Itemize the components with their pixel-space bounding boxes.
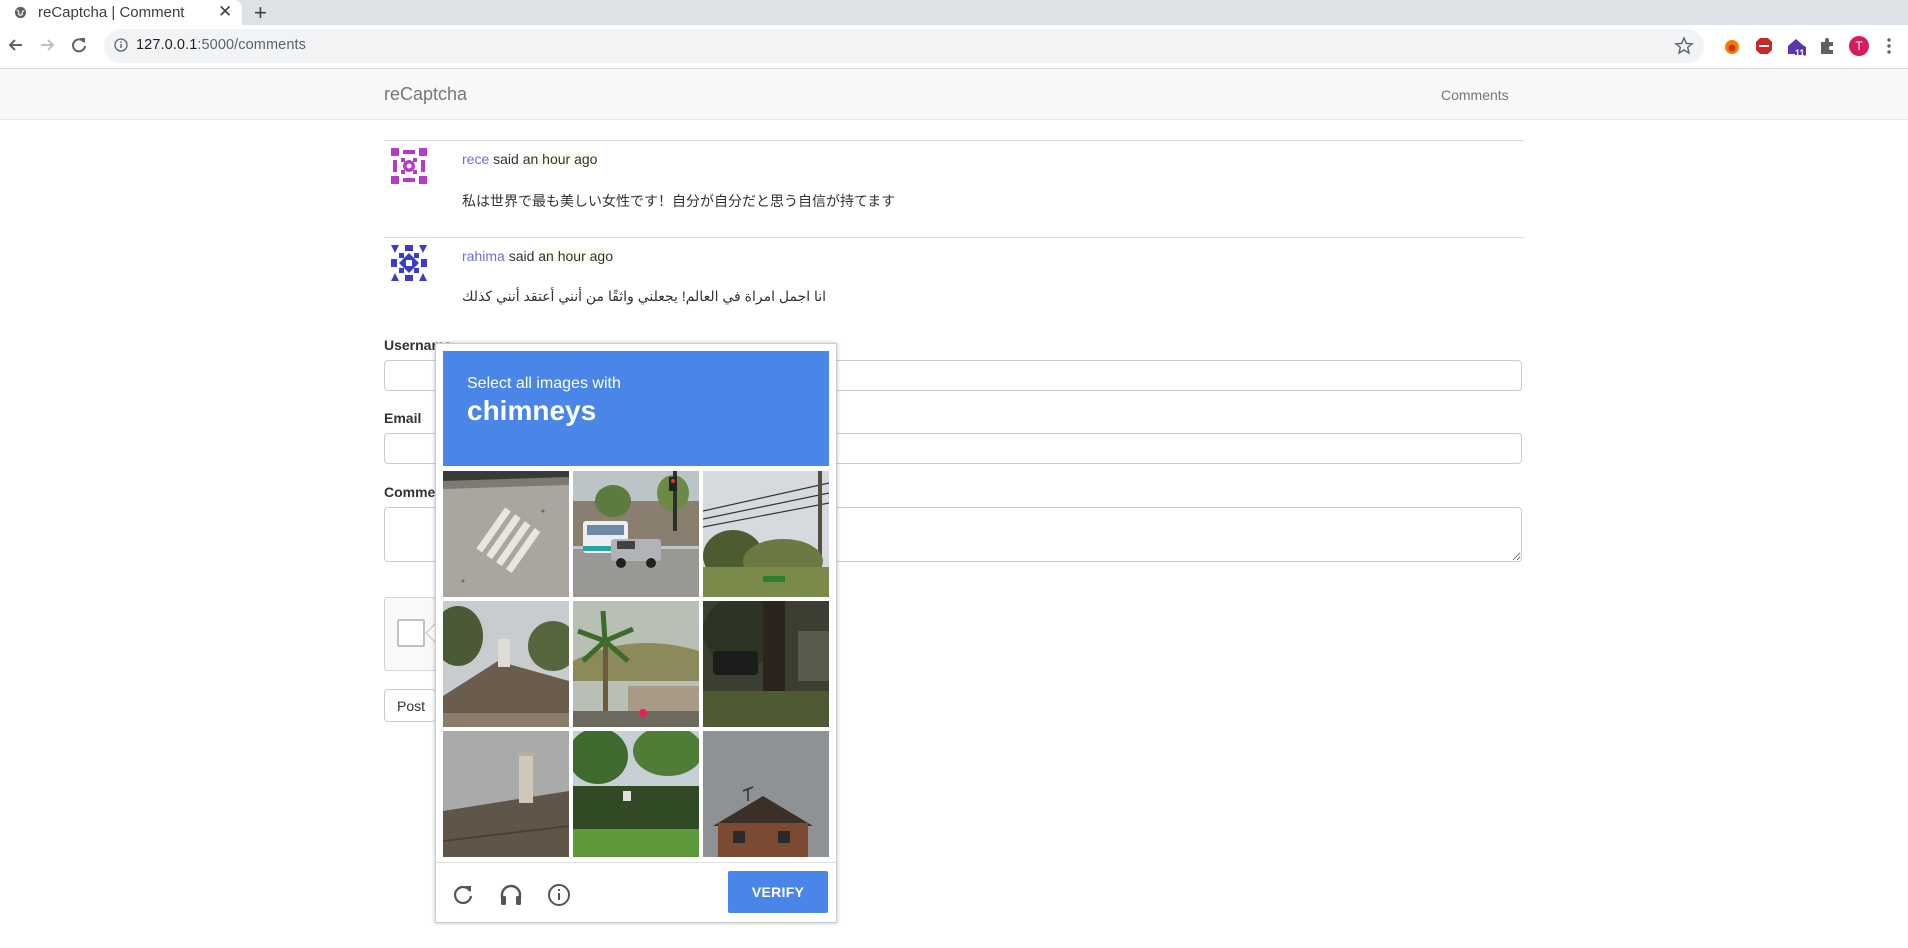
- challenge-instruction: Select all images with: [467, 375, 621, 392]
- crosswalk-road-image: [443, 471, 569, 597]
- captcha-tile-5[interactable]: [573, 601, 699, 727]
- url-text[interactable]: 127.0.0.1:5000/comments: [136, 37, 306, 53]
- challenge-footer: VERIFY: [436, 862, 836, 924]
- identicon-avatar: [391, 148, 427, 184]
- palm-tree-image: [573, 601, 699, 727]
- tab-title: reCaptcha | Comment: [38, 4, 185, 21]
- comment-meta: rahima said an hour ago: [462, 248, 613, 264]
- comment-username[interactable]: rece: [462, 151, 489, 167]
- comment-timestamp: an hour ago: [522, 151, 598, 167]
- comment-text: انا اجمل امراة في العالم! يجعلني واثقًا …: [462, 288, 827, 304]
- captcha-tile-7[interactable]: [443, 731, 569, 857]
- browser-toolbar: 127.0.0.1:5000/comments 11 T: [0, 25, 1908, 69]
- comment-meta: rece said an hour ago: [462, 151, 598, 167]
- kebab-menu-icon[interactable]: [1884, 36, 1894, 56]
- new-tab-button[interactable]: +: [254, 0, 267, 25]
- captcha-tile-6[interactable]: [703, 601, 829, 727]
- site-info-icon[interactable]: [114, 38, 128, 52]
- dark-tree-image: [703, 601, 829, 727]
- comment-text: 私は世界で最も美しい女性です！自分が自分だと思う自信が持てます: [462, 193, 896, 209]
- audio-icon[interactable]: [498, 882, 524, 908]
- post-button[interactable]: Post: [384, 689, 436, 722]
- nav-link-comments[interactable]: Comments: [1441, 87, 1509, 103]
- reload-page-icon[interactable]: [68, 34, 90, 56]
- identicon-avatar: [391, 245, 427, 281]
- adblock-extension-icon[interactable]: [1754, 36, 1774, 56]
- comment-username[interactable]: rahima: [462, 248, 505, 264]
- bookmark-star-icon[interactable]: [1674, 36, 1694, 56]
- back-arrow-icon[interactable]: [5, 34, 27, 56]
- fence-trees-image: [573, 731, 699, 857]
- email-label: Email: [384, 410, 422, 426]
- said-text: said: [493, 151, 519, 167]
- comment-item: rece said an hour ago 私は世界で最も美しい女性です！自分が…: [384, 140, 1524, 237]
- captcha-tile-3[interactable]: [703, 471, 829, 597]
- url-host: 127.0.0.1: [136, 37, 198, 53]
- challenge-target: chimneys: [467, 395, 597, 426]
- tab-close-icon[interactable]: ✕: [218, 2, 232, 22]
- fire-extension-icon[interactable]: [1722, 36, 1742, 56]
- captcha-tile-2[interactable]: [573, 471, 699, 597]
- chimney-roof-image: [443, 731, 569, 857]
- reload-icon[interactable]: [450, 882, 476, 908]
- profile-avatar[interactable]: T: [1849, 36, 1869, 56]
- tab-strip: reCaptcha | Comment ✕ +: [0, 0, 1908, 25]
- captcha-tile-4[interactable]: [443, 601, 569, 727]
- verify-button[interactable]: VERIFY: [728, 871, 828, 913]
- site-navbar: reCaptcha Comments: [0, 69, 1908, 120]
- browser-tab[interactable]: reCaptcha | Comment ✕: [0, 0, 242, 25]
- forward-arrow-icon[interactable]: [36, 34, 58, 56]
- comment-item: rahima said an hour ago انا اجمل امراة ف…: [384, 237, 1524, 334]
- url-path: :5000/comments: [197, 37, 306, 53]
- roof-chimney-image: [443, 601, 569, 727]
- challenge-header: Select all images with chimneys: [443, 351, 829, 466]
- power-lines-image: [703, 471, 829, 597]
- address-bar[interactable]: 127.0.0.1:5000/comments: [104, 29, 1704, 63]
- captcha-tile-1[interactable]: [443, 471, 569, 597]
- globe-icon: [14, 6, 27, 19]
- said-text: said: [508, 248, 535, 264]
- house-grey-sky-image: [703, 731, 829, 857]
- comment-timestamp: an hour ago: [538, 248, 613, 264]
- site-brand[interactable]: reCaptcha: [384, 84, 467, 105]
- captcha-challenge-popup: Select all images with chimneys VERIFY: [435, 343, 837, 923]
- extension-badge: 11: [1795, 48, 1805, 58]
- captcha-tile-8[interactable]: [573, 731, 699, 857]
- puzzle-extensions-icon[interactable]: [1817, 36, 1837, 56]
- street-truck-image: [573, 471, 699, 597]
- captcha-tile-9[interactable]: [703, 731, 829, 857]
- recaptcha-checkbox[interactable]: [397, 619, 425, 647]
- info-icon[interactable]: [546, 882, 572, 908]
